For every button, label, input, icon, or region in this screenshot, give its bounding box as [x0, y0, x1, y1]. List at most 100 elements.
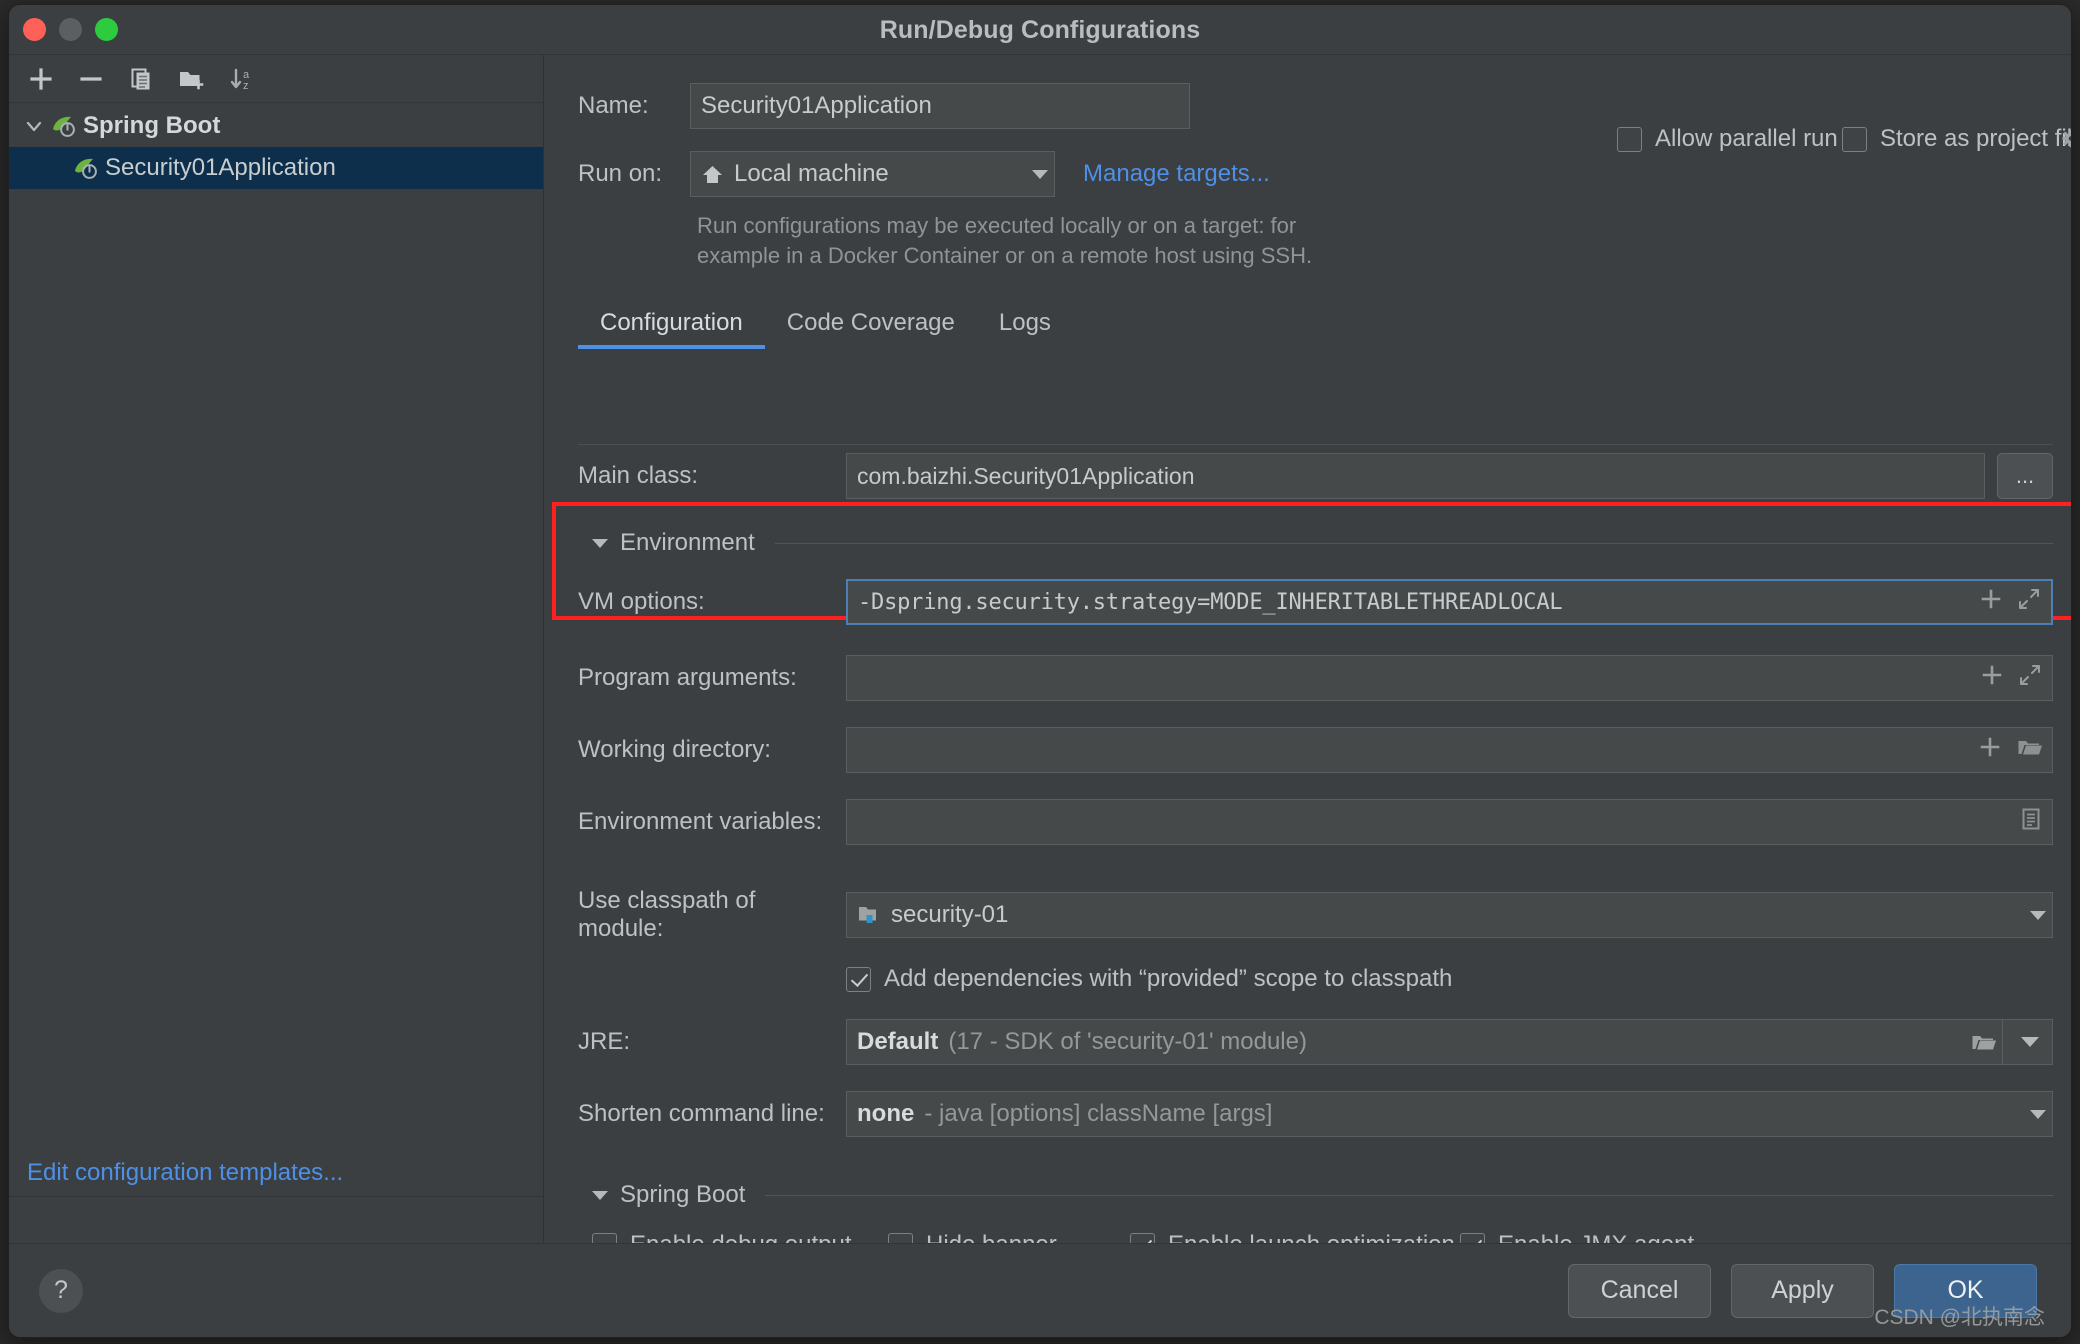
- help-button[interactable]: ?: [39, 1268, 83, 1313]
- add-provided-scope-checkbox-row[interactable]: Add dependencies with “provided” scope t…: [846, 965, 2053, 993]
- environment-variables-label: Environment variables:: [578, 808, 823, 835]
- tab-logs[interactable]: Logs: [977, 301, 1073, 349]
- add-provided-scope-row: Add dependencies with “provided” scope t…: [578, 965, 2053, 993]
- jre-dropdown-button[interactable]: [2003, 1019, 2053, 1065]
- insert-macro-icon[interactable]: [1978, 735, 2002, 765]
- configuration-tab-content: Main class: com.baizhi.Security01Applica…: [552, 445, 2071, 1243]
- manage-targets-link[interactable]: Manage targets...: [1083, 160, 1270, 188]
- browse-main-class-button[interactable]: ...: [1997, 453, 2053, 499]
- run-debug-configurations-dialog: Run/Debug Configurations a z Spring Boot…: [8, 4, 2072, 1338]
- working-directory-row: Working directory:: [578, 727, 2053, 773]
- add-configuration-button[interactable]: [17, 59, 65, 99]
- enable-debug-output-checkbox-row[interactable]: Enable debug output: [592, 1231, 888, 1243]
- shorten-command-line-label: Shorten command line:: [578, 1100, 825, 1127]
- tab-code-coverage[interactable]: Code Coverage: [765, 301, 977, 349]
- edit-configuration-templates-link[interactable]: Edit configuration templates...: [27, 1159, 343, 1187]
- shorten-command-line-row: Shorten command line: none - java [optio…: [578, 1091, 2053, 1137]
- copy-configuration-button[interactable]: [117, 59, 165, 99]
- edit-environment-variables-icon[interactable]: [2020, 807, 2042, 837]
- use-classpath-of-module-value: security-01: [891, 901, 1009, 928]
- apply-button[interactable]: Apply: [1731, 1263, 1874, 1318]
- enable-jmx-agent-checkbox-row[interactable]: Enable JMX agent: [1460, 1231, 1694, 1243]
- run-on-row: Run on: Local machine Manage targets...: [578, 151, 2071, 197]
- working-directory-input[interactable]: [846, 727, 2053, 773]
- enable-launch-optimization-label: Enable launch optimization: [1168, 1231, 1455, 1243]
- jre-value: Default: [857, 1028, 939, 1055]
- allow-parallel-run-checkbox-row[interactable]: Allow parallel run: [1617, 125, 1838, 153]
- main-class-input[interactable]: com.baizhi.Security01Application: [846, 453, 1985, 499]
- configurations-sidebar: a z Spring Boot Security01Application Ed…: [9, 55, 544, 1243]
- vm-options-value: -Dspring.security.strategy=MODE_INHERITA…: [858, 589, 1563, 615]
- run-on-select[interactable]: Local machine: [690, 151, 1055, 197]
- expand-editor-icon[interactable]: [2018, 663, 2042, 693]
- chevron-down-icon[interactable]: [2030, 910, 2046, 920]
- store-as-project-file-label: Store as project file: [1880, 125, 2071, 152]
- hint-line-2: example in a Docker Container or on a re…: [697, 243, 1313, 268]
- enable-jmx-agent-checkbox[interactable]: [1460, 1232, 1485, 1243]
- module-icon: [857, 904, 881, 926]
- add-provided-scope-label: Add dependencies with “provided” scope t…: [884, 965, 1453, 992]
- chevron-down-icon[interactable]: [19, 116, 49, 136]
- tree-item-security01application[interactable]: Security01Application: [9, 147, 543, 189]
- vm-options-input[interactable]: -Dspring.security.strategy=MODE_INHERITA…: [846, 579, 2053, 625]
- jre-select[interactable]: Default (17 - SDK of 'security-01' modul…: [846, 1019, 2003, 1065]
- main-class-row: Main class: com.baizhi.Security01Applica…: [578, 453, 2053, 499]
- spring-boot-section-header[interactable]: Spring Boot: [578, 1181, 2053, 1209]
- enable-debug-output-label: Enable debug output: [630, 1231, 852, 1243]
- sidebar-divider: [9, 1196, 543, 1197]
- program-arguments-label: Program arguments:: [578, 664, 797, 691]
- enable-jmx-agent-label: Enable JMX agent: [1498, 1231, 1694, 1243]
- run-on-label: Run on:: [578, 160, 663, 187]
- enable-debug-output-checkbox[interactable]: [592, 1232, 617, 1243]
- expand-editor-icon[interactable]: [2017, 587, 2041, 617]
- insert-macro-icon[interactable]: [1980, 663, 2004, 693]
- name-input[interactable]: Security01Application: [690, 83, 1190, 129]
- triangle-down-icon[interactable]: [592, 538, 608, 548]
- store-settings-gear-icon[interactable]: [2057, 125, 2071, 160]
- jre-row: JRE: Default (17 - SDK of 'security-01' …: [578, 1019, 2053, 1065]
- environment-variables-row: Environment variables:: [578, 799, 2053, 845]
- hide-banner-checkbox[interactable]: [888, 1232, 913, 1243]
- home-icon: [701, 163, 724, 186]
- environment-section-label: Environment: [620, 529, 755, 556]
- chevron-down-icon[interactable]: [1032, 169, 1048, 179]
- chevron-down-icon[interactable]: [2020, 1037, 2039, 1047]
- sidebar-toolbar: a z: [9, 55, 543, 103]
- title-bar: Run/Debug Configurations: [9, 5, 2071, 55]
- insert-macro-icon[interactable]: [1979, 587, 2003, 617]
- cancel-button[interactable]: Cancel: [1568, 1263, 1711, 1318]
- store-as-project-file-checkbox-row[interactable]: Store as project file: [1842, 125, 2071, 153]
- shorten-command-line-value: none: [857, 1100, 915, 1127]
- add-provided-scope-checkbox[interactable]: [846, 966, 871, 992]
- allow-parallel-run-checkbox[interactable]: [1617, 126, 1642, 152]
- browse-folder-icon[interactable]: [2016, 735, 2042, 765]
- shorten-command-line-select[interactable]: none - java [options] className [args]: [846, 1091, 2053, 1137]
- browse-jre-icon[interactable]: [1970, 1030, 1996, 1054]
- triangle-down-icon[interactable]: [592, 1190, 608, 1200]
- store-as-project-file-checkbox[interactable]: [1842, 126, 1867, 152]
- sort-az-icon[interactable]: a z: [217, 59, 265, 99]
- enable-launch-optimization-checkbox[interactable]: [1130, 1232, 1155, 1243]
- jre-label: JRE:: [578, 1028, 631, 1055]
- environment-section-header[interactable]: Environment: [578, 529, 2053, 557]
- tree-group-label: Spring Boot: [83, 112, 221, 139]
- tree-group-spring-boot[interactable]: Spring Boot: [9, 105, 543, 147]
- use-classpath-of-module-select[interactable]: security-01: [846, 892, 2053, 938]
- program-arguments-row: Program arguments:: [578, 655, 2053, 701]
- spring-boot-icon: [49, 113, 79, 139]
- configuration-scroll-area: Name: Security01Application Allow parall…: [544, 55, 2071, 1243]
- tab-configuration[interactable]: Configuration: [578, 301, 765, 349]
- hide-banner-label: Hide banner: [926, 1231, 1057, 1243]
- remove-configuration-button[interactable]: [67, 59, 115, 99]
- svg-text:z: z: [243, 80, 249, 92]
- folder-add-icon[interactable]: [167, 59, 215, 99]
- program-arguments-input[interactable]: [846, 655, 2053, 701]
- hint-line-1: Run configurations may be executed local…: [697, 213, 1297, 238]
- jre-value-detail: (17 - SDK of 'security-01' module): [948, 1028, 1307, 1055]
- environment-variables-input[interactable]: [846, 799, 2053, 845]
- chevron-down-icon[interactable]: [2030, 1109, 2046, 1119]
- dialog-title: Run/Debug Configurations: [879, 16, 1201, 44]
- working-directory-label: Working directory:: [578, 736, 771, 763]
- enable-launch-optimization-checkbox-row[interactable]: Enable launch optimization: [1130, 1231, 1460, 1243]
- hide-banner-checkbox-row[interactable]: Hide banner: [888, 1231, 1130, 1243]
